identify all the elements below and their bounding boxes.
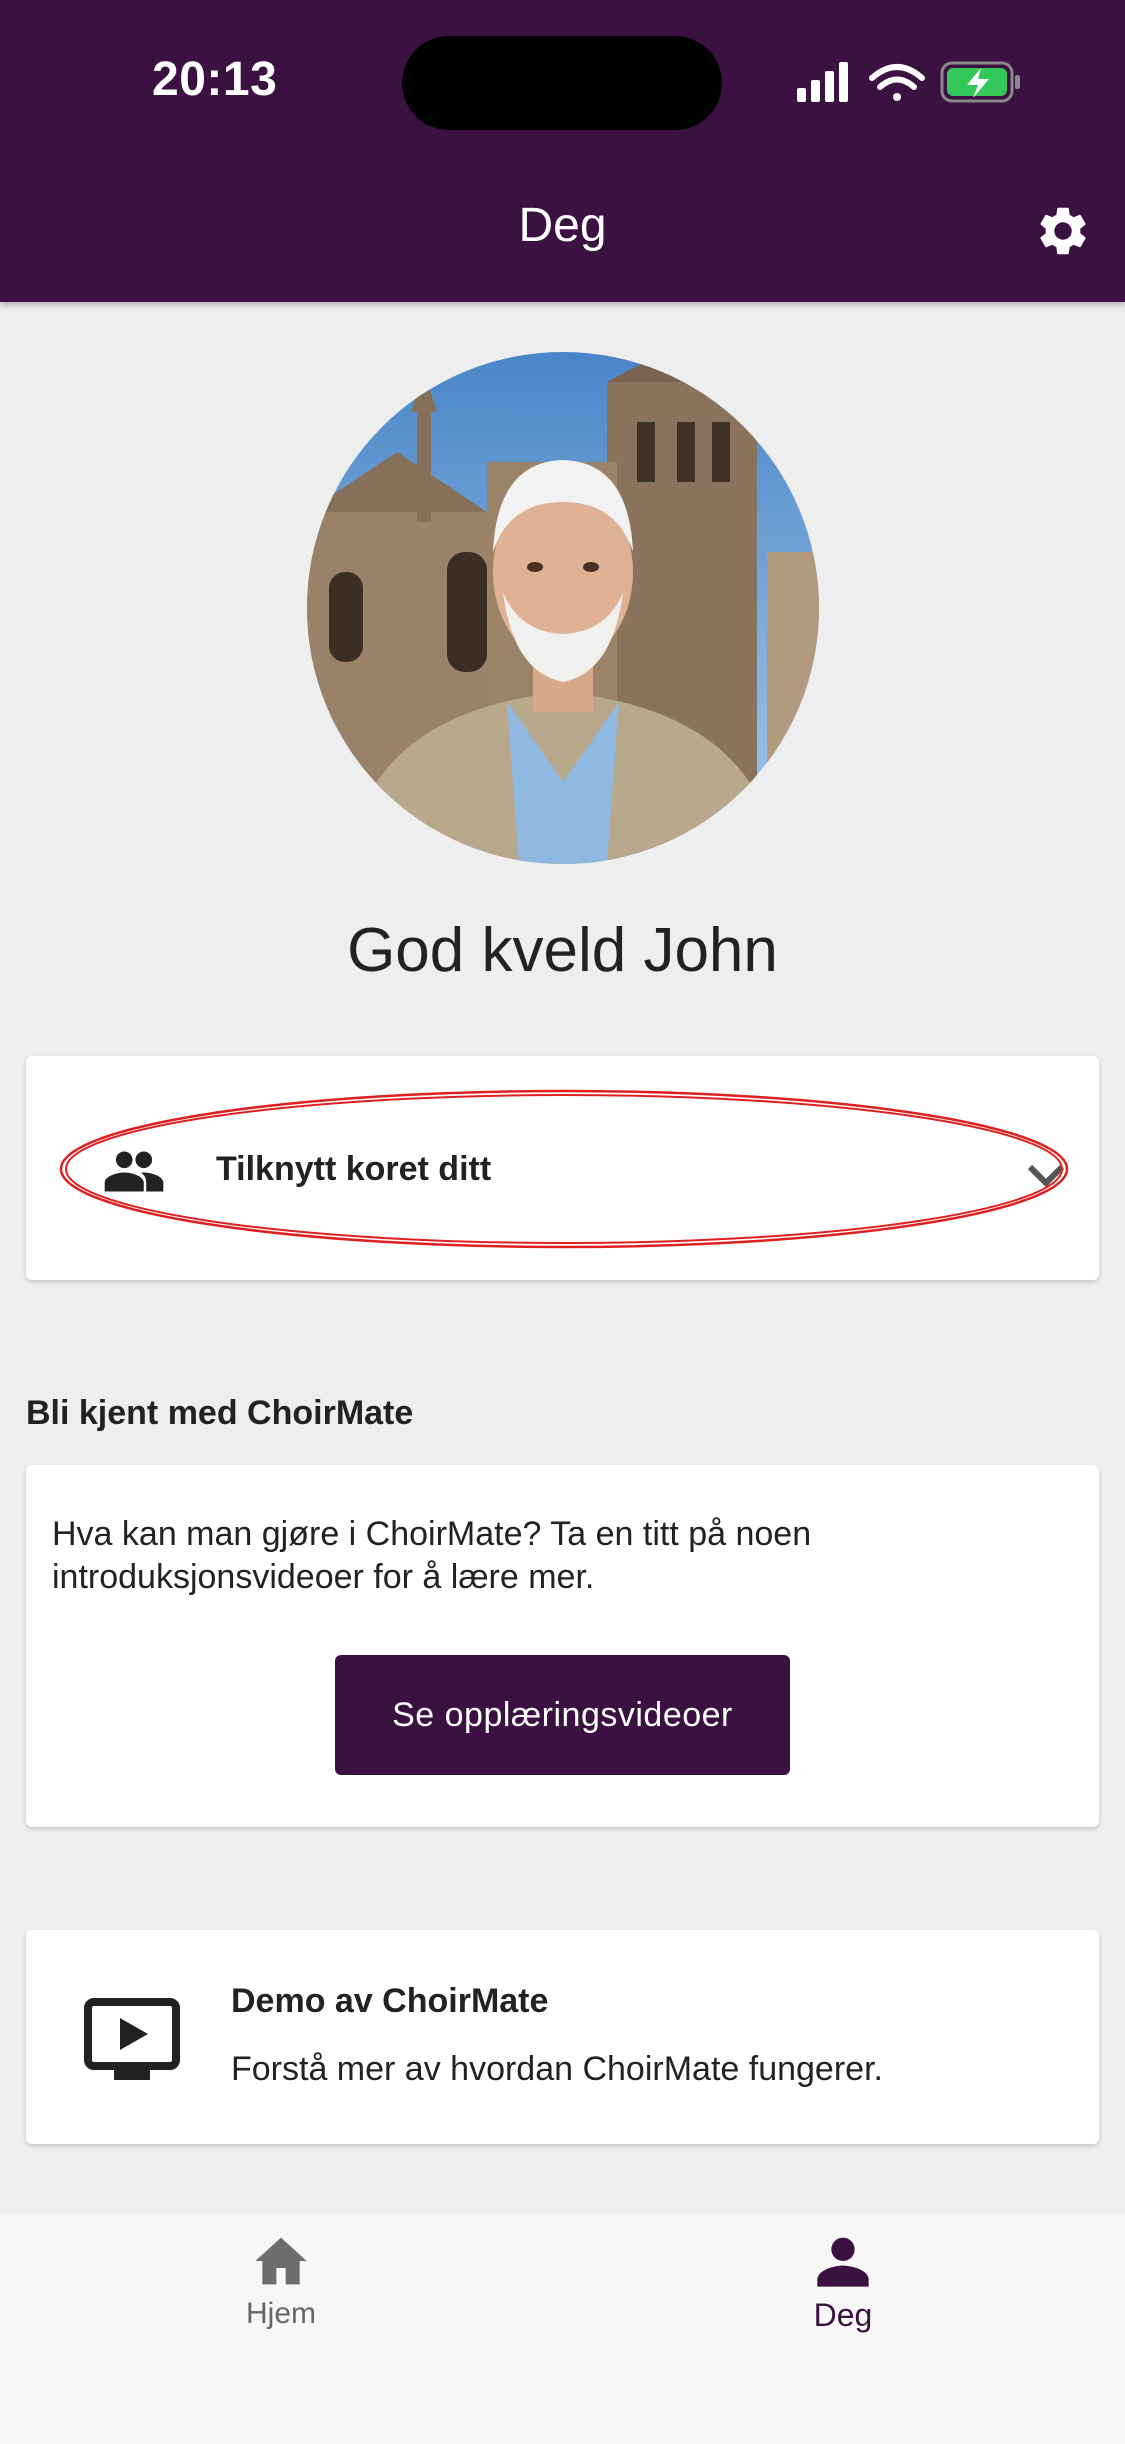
watch-tutorials-button[interactable]: Se opplæringsvideoer (335, 1655, 790, 1775)
group-icon (104, 1151, 164, 1192)
profile-avatar[interactable] (307, 352, 819, 864)
intro-text: Hva kan man gjøre i ChoirMate? Ta en tit… (52, 1515, 812, 1596)
page-title: Deg (518, 199, 607, 252)
dynamic-island (402, 36, 722, 130)
nav-item-home[interactable]: Hjem (181, 2235, 381, 2355)
bottom-navigation: Hjem Deg (0, 2213, 1125, 2444)
signal-icon (797, 62, 848, 102)
settings-gear-icon[interactable] (1034, 202, 1092, 260)
join-choir-expander[interactable]: Tilknytt koret ditt (78, 1142, 1065, 1212)
person-icon (817, 2237, 869, 2287)
nav-item-me[interactable]: Deg (743, 2235, 943, 2355)
wifi-icon (869, 64, 925, 101)
demo-title: Demo av ChoirMate (231, 1982, 549, 2020)
section-title: Bli kjent med ChoirMate (26, 1394, 414, 1432)
home-icon (255, 2237, 307, 2285)
join-choir-label: Tilknytt koret ditt (216, 1150, 492, 1188)
chevron-down-icon[interactable] (1026, 1160, 1066, 1190)
intro-card: Hva kan man gjøre i ChoirMate? Ta en tit… (26, 1465, 1099, 1827)
demo-subtitle: Forstå mer av hvordan ChoirMate fungerer… (231, 2050, 883, 2088)
status-icons (797, 61, 1020, 103)
greeting-text: God kveld John (347, 916, 778, 985)
nav-label-me: Deg (813, 2297, 873, 2333)
status-time: 20:13 (152, 53, 278, 106)
join-choir-card[interactable]: Tilknytt koret ditt (26, 1056, 1099, 1280)
nav-label-home: Hjem (245, 2297, 316, 2330)
video-player-icon (84, 1998, 180, 2080)
app-bar: 20:13 Deg (0, 0, 1125, 302)
battery-icon (940, 61, 1020, 103)
demo-card[interactable]: Demo av ChoirMate Forstå mer av hvordan … (26, 1930, 1099, 2144)
